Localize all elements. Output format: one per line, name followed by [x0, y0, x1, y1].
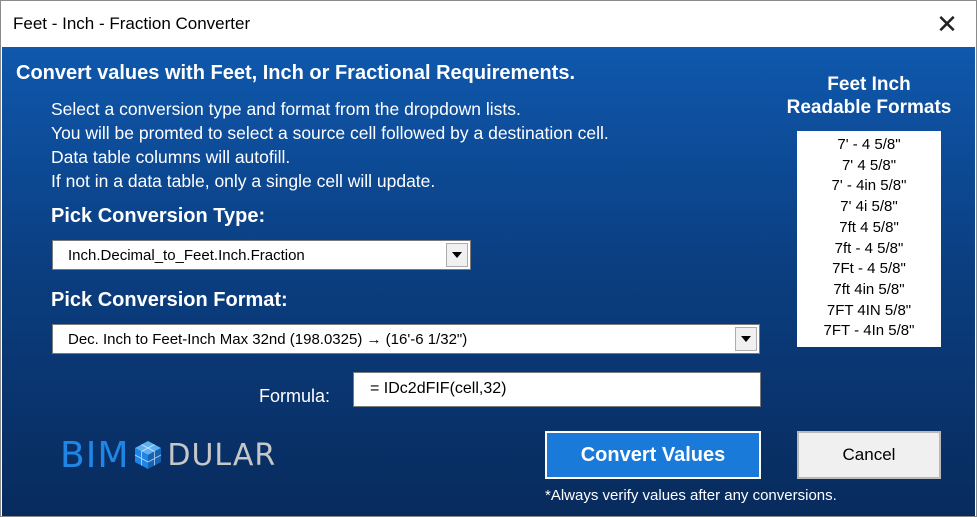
cancel-button[interactable]: Cancel — [797, 431, 941, 479]
format-item: 7ft 4 5/8" — [839, 218, 899, 236]
dialog-heading: Convert values with Feet, Inch or Fracti… — [16, 62, 576, 84]
cube-icon — [135, 441, 162, 469]
conversion-type-label: Pick Conversion Type: — [51, 205, 266, 227]
format-item: 7' 4 5/8" — [841, 156, 897, 174]
conversion-format-dropdown[interactable]: Dec. Inch to Feet-Inch Max 32nd (198.032… — [52, 324, 760, 354]
format-item: 7ft - 4 5/8" — [834, 239, 904, 257]
conversion-type-value: Inch.Decimal_to_Feet.Inch.Fraction — [68, 247, 305, 264]
title-bar: Feet - Inch - Fraction Converter ✕ — [1, 1, 976, 47]
window-title: Feet - Inch - Fraction Converter — [13, 14, 251, 33]
convert-values-button[interactable]: Convert Values — [545, 431, 761, 479]
formula-label: Formula: — [259, 386, 331, 406]
format-item: 7ft 4in 5/8" — [833, 280, 905, 298]
instruction-line: Data table columns will autofill. — [51, 147, 291, 167]
bimodular-logo: BIM DULAR — [60, 434, 277, 476]
converter-window: Feet - Inch - Fraction Converter ✕ Conve… — [0, 0, 977, 517]
format-item: 7' - 4 5/8" — [837, 136, 901, 153]
conversion-type-dropdown[interactable]: Inch.Decimal_to_Feet.Inch.Fraction — [52, 240, 471, 270]
conversion-format-value: Dec. Inch to Feet-Inch Max 32nd (198.032… — [68, 331, 468, 348]
format-item: 7' - 4in 5/8" — [831, 177, 907, 195]
readable-formats-title: Feet Inch Readable Formats — [774, 73, 964, 119]
close-icon[interactable]: ✕ — [918, 1, 976, 47]
format-item: 7FT 4IN 5/8" — [826, 301, 912, 319]
instruction-line: Select a conversion type and format from… — [51, 99, 521, 119]
instruction-line: You will be promted to select a source c… — [51, 123, 609, 143]
readable-formats-title-line2: Readable Formats — [786, 97, 952, 118]
format-item: 7' 4i 5/8" — [840, 198, 898, 216]
formula-field[interactable]: = IDc2dFIF(cell,32) — [353, 372, 761, 407]
format-item: 7FT - 4In 5/8" — [823, 322, 915, 340]
chevron-down-icon[interactable] — [735, 327, 757, 351]
instructions: Select a conversion type and format from… — [51, 97, 609, 193]
verification-note: *Always verify values after any conversi… — [545, 487, 837, 504]
logo-text-bim: BIM — [60, 434, 130, 476]
formula-value: = IDc2dFIF(cell,32) — [370, 380, 507, 397]
format-item: 7Ft - 4 5/8" — [832, 260, 906, 278]
conversion-format-label: Pick Conversion Format: — [51, 289, 288, 311]
dialog-body: Convert values with Feet, Inch or Fracti… — [2, 47, 975, 516]
instruction-line: If not in a data table, only a single ce… — [51, 171, 436, 191]
logo-text-dular: DULAR — [167, 437, 277, 473]
readable-formats-list: 7' - 4 5/8" 7' 4 5/8" 7' - 4in 5/8" 7' 4… — [797, 131, 941, 347]
readable-formats-title-line1: Feet Inch — [827, 74, 911, 95]
chevron-down-icon[interactable] — [446, 243, 468, 267]
